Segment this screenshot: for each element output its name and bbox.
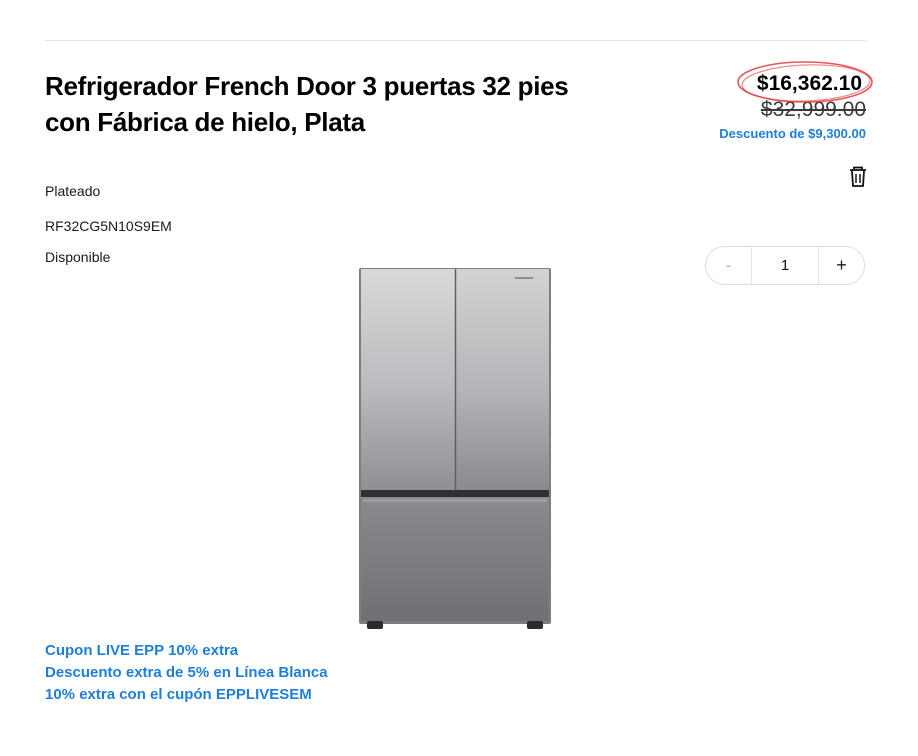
promotion-item[interactable]: 10% extra con el cupón EPPLIVESEM [45,684,328,706]
current-price-wrap: $16,362.10 [737,61,873,103]
remove-item-button[interactable] [848,166,868,188]
product-sku: RF32CG5N10S9EM [45,218,172,234]
current-price: $16,362.10 [756,72,862,95]
product-image [359,268,551,629]
product-title[interactable]: Refrigerador French Door 3 puertas 32 pi… [45,68,575,140]
quantity-value[interactable]: 1 [752,257,818,274]
price-block: $16,362.10 $32,999.00 Descuento de $9,30… [719,61,873,141]
increase-quantity-button[interactable]: + [818,247,864,284]
decrease-quantity-button[interactable]: - [706,247,752,284]
promotion-item[interactable]: Cupon LIVE EPP 10% extra [45,640,328,662]
quantity-stepper: - 1 + [705,246,865,285]
product-color: Plateado [45,183,101,199]
promotions-list: Cupon LIVE EPP 10% extra Descuento extra… [45,640,328,706]
availability-status: Disponible [45,249,111,265]
discount-label: Descuento de $9,300.00 [719,126,866,141]
trash-icon [850,166,866,187]
promotion-item[interactable]: Descuento extra de 5% en Línea Blanca [45,662,328,684]
top-divider [45,40,866,41]
original-price: $32,999.00 [760,98,866,121]
